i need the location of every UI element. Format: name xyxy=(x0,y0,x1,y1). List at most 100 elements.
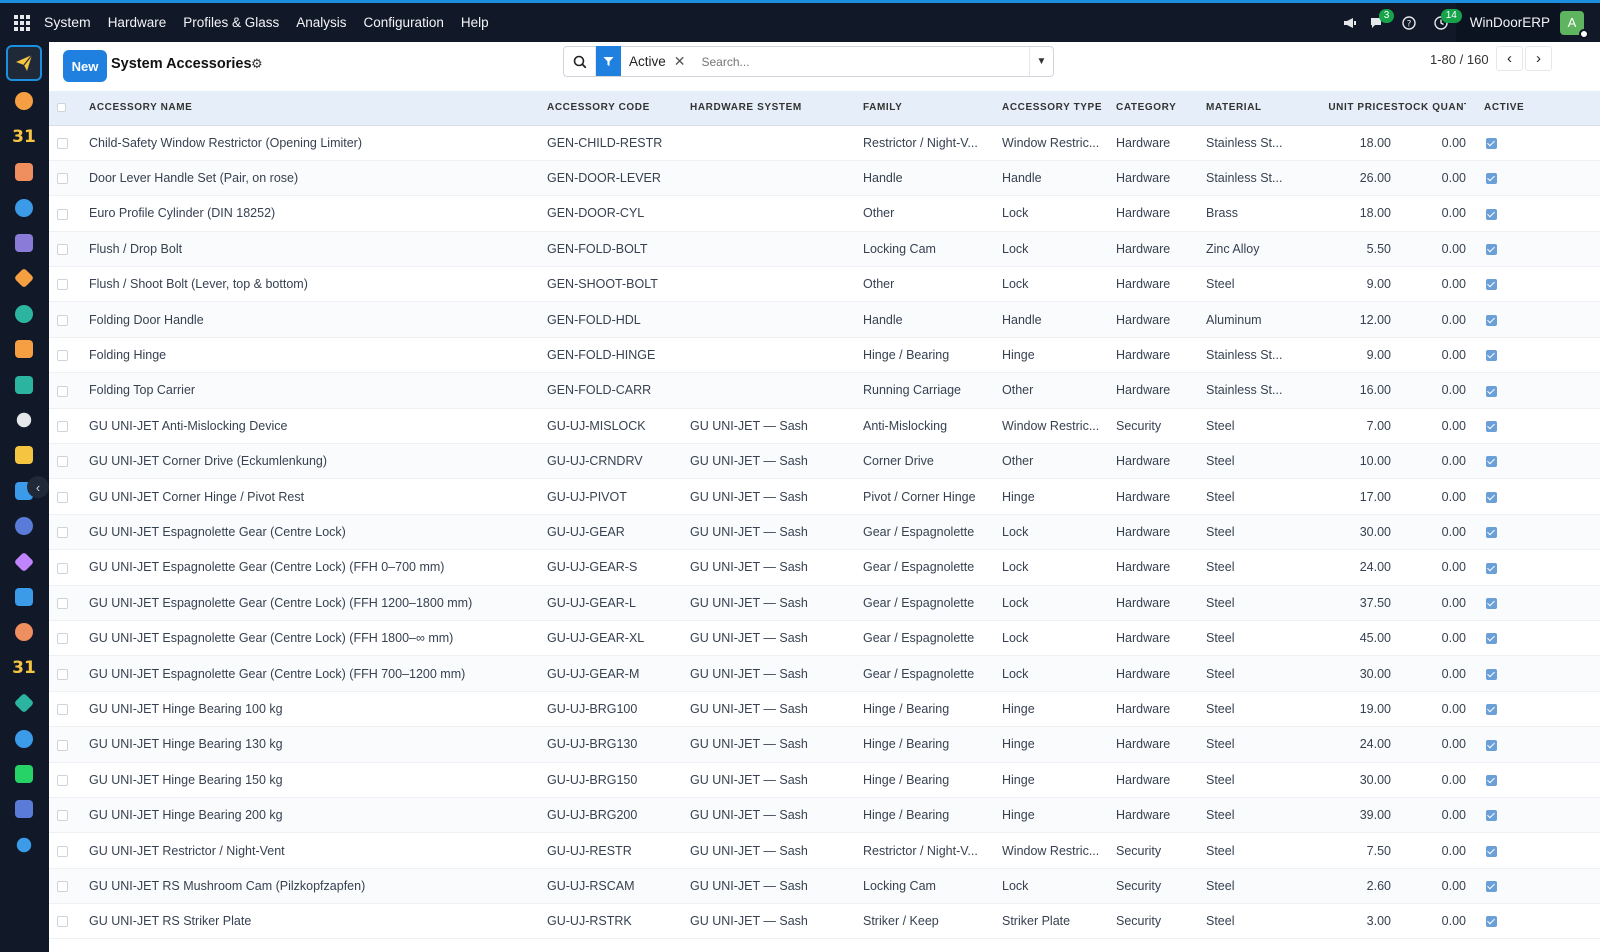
contacts-icon[interactable] xyxy=(10,158,38,186)
col-header-accessory-name[interactable]: Accessory Name xyxy=(82,91,547,126)
chat-icon[interactable]: 3 xyxy=(1364,3,1395,42)
col-header-active[interactable]: Active xyxy=(1466,91,1600,126)
search-input[interactable] xyxy=(695,47,1018,76)
cell-active-checkbox[interactable] xyxy=(1466,550,1600,585)
cell-active-checkbox[interactable] xyxy=(1466,727,1600,762)
col-header-unit-price[interactable]: Unit Price xyxy=(1322,91,1391,126)
inventory-icon[interactable] xyxy=(10,406,38,434)
row-select-checkbox[interactable] xyxy=(49,727,82,762)
table-row[interactable]: GU UNI-JET Espagnolette Gear (Centre Loc… xyxy=(49,550,1600,586)
row-select-checkbox[interactable] xyxy=(49,656,82,691)
website-icon[interactable] xyxy=(10,300,38,328)
cell-active-checkbox[interactable] xyxy=(1466,833,1600,868)
row-select-checkbox[interactable] xyxy=(49,691,82,726)
new-button[interactable]: New xyxy=(63,50,107,82)
whatsapp-icon[interactable] xyxy=(10,760,38,788)
cell-active-checkbox[interactable] xyxy=(1466,373,1600,408)
row-select-checkbox[interactable] xyxy=(49,868,82,903)
col-header-hardware-system[interactable]: Hardware System xyxy=(690,91,863,126)
col-header-material[interactable]: Material xyxy=(1206,91,1322,126)
package-icon[interactable] xyxy=(10,548,38,576)
row-select-checkbox[interactable] xyxy=(49,550,82,585)
row-select-checkbox[interactable] xyxy=(49,833,82,868)
table-row[interactable]: GU UNI-JET Hinge Bearing 130 kg GU-UJ-BRG… xyxy=(49,726,1600,763)
remove-facet-close-icon[interactable]: ✕ xyxy=(666,53,696,70)
sales-icon[interactable] xyxy=(10,194,38,222)
table-row[interactable]: GU UNI-JET Anti-Mislocking Device GU-UJ-M… xyxy=(49,408,1600,444)
cell-active-checkbox[interactable] xyxy=(1466,444,1600,479)
cell-active-checkbox[interactable] xyxy=(1466,585,1600,620)
col-header-accessory-code[interactable]: Accessory Code xyxy=(547,91,690,126)
row-select-checkbox[interactable] xyxy=(49,196,82,231)
art-icon[interactable] xyxy=(10,441,38,469)
cell-active-checkbox[interactable] xyxy=(1466,479,1600,514)
row-select-checkbox[interactable] xyxy=(49,267,82,302)
table-row[interactable]: GU UNI-JET Hinge Bearing 200 kg GU-UJ-BRG… xyxy=(49,797,1600,833)
cell-active-checkbox[interactable] xyxy=(1466,160,1600,195)
menu-hardware[interactable]: Hardware xyxy=(99,3,175,42)
team-icon[interactable] xyxy=(10,618,38,646)
megaphone-icon[interactable] xyxy=(1336,3,1364,42)
cell-active-checkbox[interactable] xyxy=(1466,196,1600,231)
cell-active-checkbox[interactable] xyxy=(1466,762,1600,797)
row-select-checkbox[interactable] xyxy=(49,762,82,797)
table-row[interactable]: GU UNI-JET Espagnolette Gear (Centre Loc… xyxy=(49,514,1600,550)
table-row[interactable]: Folding Top Carrier GEN-FOLD-CARR Running … xyxy=(49,372,1600,409)
user-avatar[interactable]: A xyxy=(1560,10,1589,39)
table-row[interactable]: GU UNI-JET Espagnolette Gear (Centre Loc… xyxy=(49,655,1600,692)
menu-analysis[interactable]: Analysis xyxy=(288,3,355,42)
table-row[interactable]: Child-Safety Window Restrictor (Opening … xyxy=(49,125,1600,161)
row-select-checkbox[interactable] xyxy=(49,160,82,195)
search-icon[interactable] xyxy=(564,47,596,76)
table-row[interactable]: GU UNI-JET Espagnolette Gear (Centre Loc… xyxy=(49,620,1600,656)
reporting-icon[interactable] xyxy=(10,335,38,363)
menu-system[interactable]: System xyxy=(44,3,99,42)
company-switcher[interactable]: WinDoorERP xyxy=(1455,3,1560,42)
table-row[interactable]: Euro Profile Cylinder (DIN 18252) GEN-DOO… xyxy=(49,196,1600,232)
row-select-checkbox[interactable] xyxy=(49,479,82,514)
row-select-checkbox[interactable] xyxy=(49,904,82,939)
pen-icon[interactable] xyxy=(10,689,38,717)
cell-active-checkbox[interactable] xyxy=(1466,797,1600,832)
cell-active-checkbox[interactable] xyxy=(1466,904,1600,939)
pager-next-chevron-right-icon[interactable]: › xyxy=(1525,46,1552,71)
send-icon[interactable] xyxy=(6,45,42,81)
sidebar-collapse-chevron-icon[interactable]: ‹ xyxy=(27,476,49,498)
pager-previous-chevron-left-icon[interactable]: ‹ xyxy=(1496,46,1523,71)
select-all-checkbox[interactable] xyxy=(49,91,82,126)
table-row[interactable]: Folding Hinge GEN-FOLD-HINGE Hinge / Beari… xyxy=(49,337,1600,373)
search-options-caret-down-icon[interactable]: ▼ xyxy=(1029,47,1053,76)
cell-active-checkbox[interactable] xyxy=(1466,302,1600,337)
table-row[interactable]: Door Lever Handle Set (Pair, on rose) GEN… xyxy=(49,160,1600,196)
dashboard-icon[interactable] xyxy=(10,725,38,753)
cell-active-checkbox[interactable] xyxy=(1466,267,1600,302)
invoice-icon[interactable] xyxy=(10,583,38,611)
row-select-checkbox[interactable] xyxy=(49,337,82,372)
cell-active-checkbox[interactable] xyxy=(1466,337,1600,372)
cell-active-checkbox[interactable] xyxy=(1466,125,1600,160)
row-select-checkbox[interactable] xyxy=(49,620,82,655)
row-select-checkbox[interactable] xyxy=(49,125,82,160)
cell-active-checkbox[interactable] xyxy=(1466,408,1600,443)
discuss-icon[interactable] xyxy=(10,264,38,292)
table-row[interactable]: Flush / Drop Bolt GEN-FOLD-BOLT Locking Ca… xyxy=(49,231,1600,267)
row-select-checkbox[interactable] xyxy=(49,408,82,443)
calendar-icon[interactable]: 31 xyxy=(10,654,38,682)
cell-active-checkbox[interactable] xyxy=(1466,868,1600,903)
mail-icon[interactable] xyxy=(10,229,38,257)
pager-value[interactable]: 1-80 / 160 xyxy=(1430,52,1489,67)
activity-clock-icon[interactable]: 14 xyxy=(1426,3,1462,42)
apps-menu-icon[interactable] xyxy=(0,3,44,42)
cell-active-checkbox[interactable] xyxy=(1466,514,1600,549)
col-header-accessory-type[interactable]: Accessory Type xyxy=(1002,91,1116,126)
help-icon[interactable]: ? xyxy=(1392,3,1426,42)
row-select-checkbox[interactable] xyxy=(49,797,82,832)
cell-active-checkbox[interactable] xyxy=(1466,231,1600,266)
table-row[interactable]: GU UNI-JET Corner Drive (Eckumlenkung) GU… xyxy=(49,443,1600,479)
clock-icon[interactable] xyxy=(10,795,38,823)
cell-active-checkbox[interactable] xyxy=(1466,691,1600,726)
row-select-checkbox[interactable] xyxy=(49,373,82,408)
calendar-icon[interactable]: 31 xyxy=(10,123,38,151)
cell-active-checkbox[interactable] xyxy=(1466,620,1600,655)
row-select-checkbox[interactable] xyxy=(49,444,82,479)
